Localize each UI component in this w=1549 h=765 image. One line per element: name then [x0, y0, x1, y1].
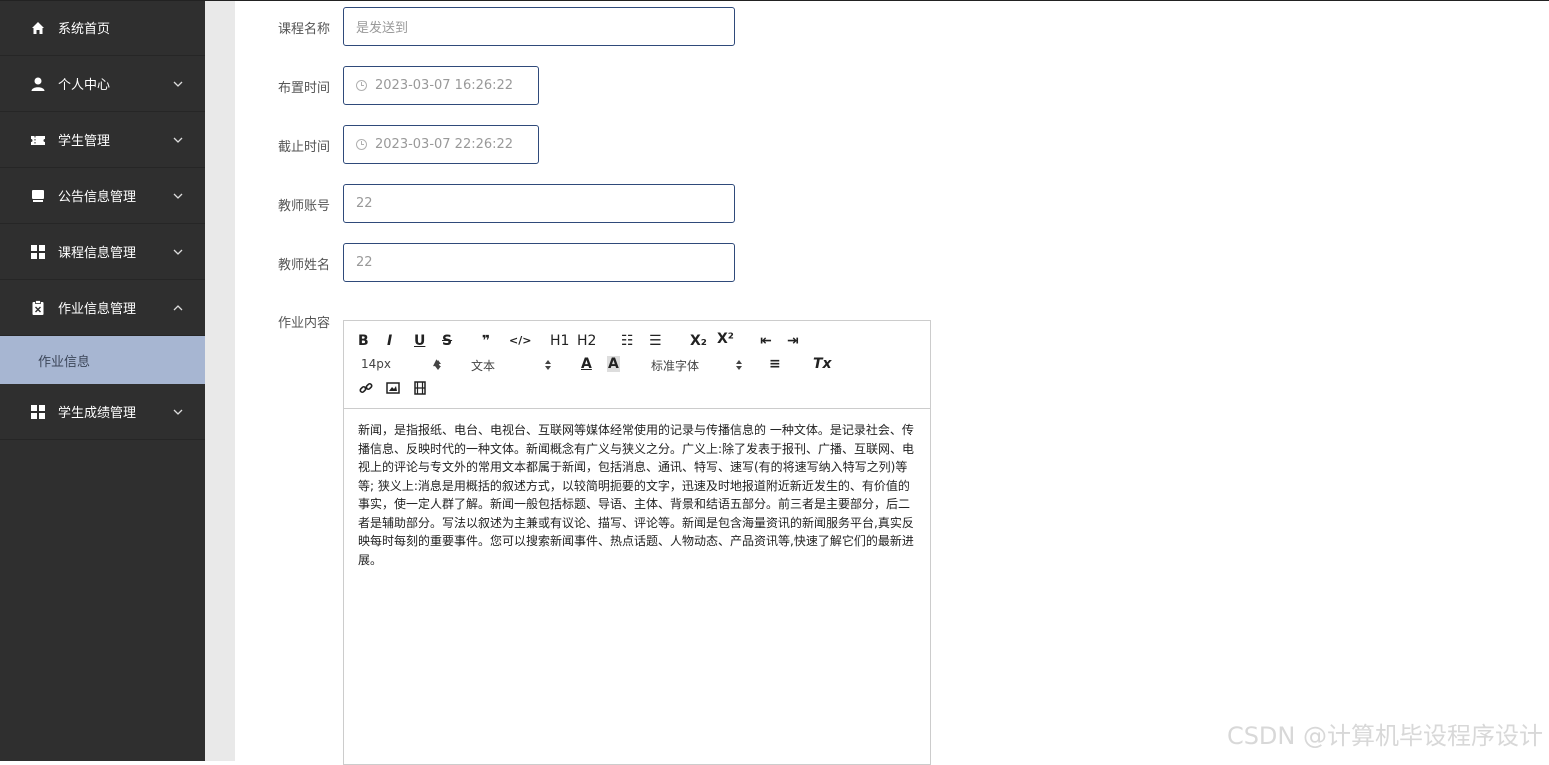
- sidebar-item-notice-management[interactable]: 公告信息管理: [0, 168, 205, 224]
- font-size-value: 14px: [361, 357, 391, 371]
- user-icon: [31, 77, 45, 91]
- assign-time-label: 布置时间: [278, 81, 331, 96]
- chevron-down-icon: [173, 137, 183, 143]
- font-family-select[interactable]: 标准字体: [651, 357, 741, 374]
- font-size-select[interactable]: 14px ▲: [361, 357, 441, 371]
- course-name-value: 是发送到: [356, 21, 409, 36]
- header-2-button[interactable]: H2: [577, 333, 596, 349]
- sidebar-subitem-label: 作业信息: [38, 354, 91, 370]
- teacher-name-label: 教师姓名: [278, 258, 331, 273]
- superscript-button[interactable]: X²: [717, 331, 734, 347]
- course-name-input[interactable]: 是发送到: [343, 7, 735, 46]
- sidebar-item-label: 公告信息管理: [58, 190, 137, 205]
- italic-button[interactable]: I: [387, 333, 392, 349]
- sidebar-item-student-management[interactable]: 学生管理: [0, 112, 205, 168]
- homework-content-label: 作业内容: [278, 316, 331, 331]
- outdent-button[interactable]: ⇤: [760, 333, 772, 349]
- link-icon[interactable]: [359, 381, 373, 395]
- sidebar-item-homework-management[interactable]: 作业信息管理: [0, 280, 205, 336]
- text-color-button[interactable]: A: [581, 356, 592, 372]
- ticket-icon: [31, 135, 45, 145]
- header-select[interactable]: 文本: [471, 357, 551, 374]
- deadline-value: 2023-03-07 22:26:22: [375, 137, 514, 152]
- caret-updown-icon: [545, 360, 551, 370]
- ordered-list-button[interactable]: ☷: [621, 333, 634, 349]
- chevron-down-icon: [173, 81, 183, 87]
- clock-icon: [356, 80, 367, 91]
- sidebar-item-label: 个人中心: [58, 78, 111, 93]
- chevron-down-icon: [173, 409, 183, 415]
- bold-button[interactable]: B: [358, 333, 369, 349]
- sidebar-item-course-management[interactable]: 课程信息管理: [0, 224, 205, 280]
- caret-updown-icon: [435, 360, 441, 370]
- teacher-account-input[interactable]: 22: [343, 184, 735, 223]
- content-gutter: [205, 0, 235, 761]
- video-icon[interactable]: [413, 381, 427, 395]
- sidebar-item-label: 学生管理: [58, 134, 111, 149]
- grid-icon: [31, 404, 45, 419]
- chevron-down-icon: [173, 249, 183, 255]
- sidebar-item-label: 系统首页: [58, 22, 111, 37]
- assign-time-value: 2023-03-07 16:26:22: [375, 78, 514, 93]
- teacher-name-value: 22: [356, 255, 373, 270]
- header-select-value: 文本: [471, 359, 496, 373]
- teacher-name-input[interactable]: 22: [343, 243, 735, 282]
- bullet-list-button[interactable]: ☰: [649, 333, 662, 349]
- course-name-label: 课程名称: [278, 22, 331, 37]
- deadline-picker[interactable]: 2023-03-07 22:26:22: [343, 125, 539, 164]
- assign-time-picker[interactable]: 2023-03-07 16:26:22: [343, 66, 539, 105]
- sidebar-item-label: 学生成绩管理: [58, 406, 137, 421]
- background-color-button[interactable]: A: [607, 356, 620, 372]
- watermark: CSDN @计算机毕设程序设计: [1226, 722, 1543, 750]
- editor-content[interactable]: 新闻，是指报纸、电台、电视台、互联网等媒体经常使用的记录与传播信息的 一种文体。…: [344, 409, 930, 581]
- grid-icon: [31, 244, 45, 259]
- indent-button[interactable]: ⇥: [787, 333, 799, 349]
- code-block-button[interactable]: </>: [509, 333, 531, 349]
- sidebar-item-label: 课程信息管理: [58, 246, 137, 261]
- sidebar: 系统首页 个人中心 学生管理 公告信息管理 课程信息管理 作业信息管理 作业信息…: [0, 0, 205, 761]
- main-form: 课程名称 是发送到 布置时间 2023-03-07 16:26:22 截止时间 …: [235, 0, 1549, 765]
- strike-button[interactable]: S: [442, 333, 452, 349]
- top-border: [0, 0, 1549, 1]
- clean-format-button[interactable]: Tx: [813, 356, 832, 372]
- blockquote-button[interactable]: ❞: [482, 333, 490, 349]
- teacher-account-value: 22: [356, 196, 373, 211]
- sidebar-item-home[interactable]: 系统首页: [0, 0, 205, 56]
- sidebar-item-label: 作业信息管理: [58, 302, 137, 317]
- image-icon[interactable]: [386, 381, 400, 395]
- rich-text-editor: B I U S ❞ </> H1 H2 ☷ ☰ X₂ X² ⇤ ⇥ 14px ▲…: [343, 320, 931, 765]
- clipboard-icon: [32, 299, 44, 315]
- deadline-label: 截止时间: [278, 140, 331, 155]
- sidebar-subitem-homework-info[interactable]: 作业信息: [0, 336, 205, 384]
- font-family-value: 标准字体: [651, 359, 700, 373]
- clock-icon: [356, 139, 367, 150]
- chevron-down-icon: [173, 193, 183, 199]
- chevron-up-icon: [173, 304, 183, 310]
- subscript-button[interactable]: X₂: [690, 333, 707, 349]
- caret-updown-icon: [736, 360, 742, 370]
- editor-toolbar: B I U S ❞ </> H1 H2 ☷ ☰ X₂ X² ⇤ ⇥ 14px ▲…: [344, 321, 930, 409]
- home-icon: [32, 21, 44, 34]
- monitor-icon: [32, 189, 44, 202]
- sidebar-item-grade-management[interactable]: 学生成绩管理: [0, 384, 205, 440]
- underline-button[interactable]: U: [414, 333, 425, 349]
- sidebar-item-personal-center[interactable]: 个人中心: [0, 56, 205, 112]
- header-1-button[interactable]: H1: [550, 333, 569, 349]
- teacher-account-label: 教师账号: [278, 199, 331, 214]
- align-button[interactable]: ≡: [769, 356, 781, 372]
